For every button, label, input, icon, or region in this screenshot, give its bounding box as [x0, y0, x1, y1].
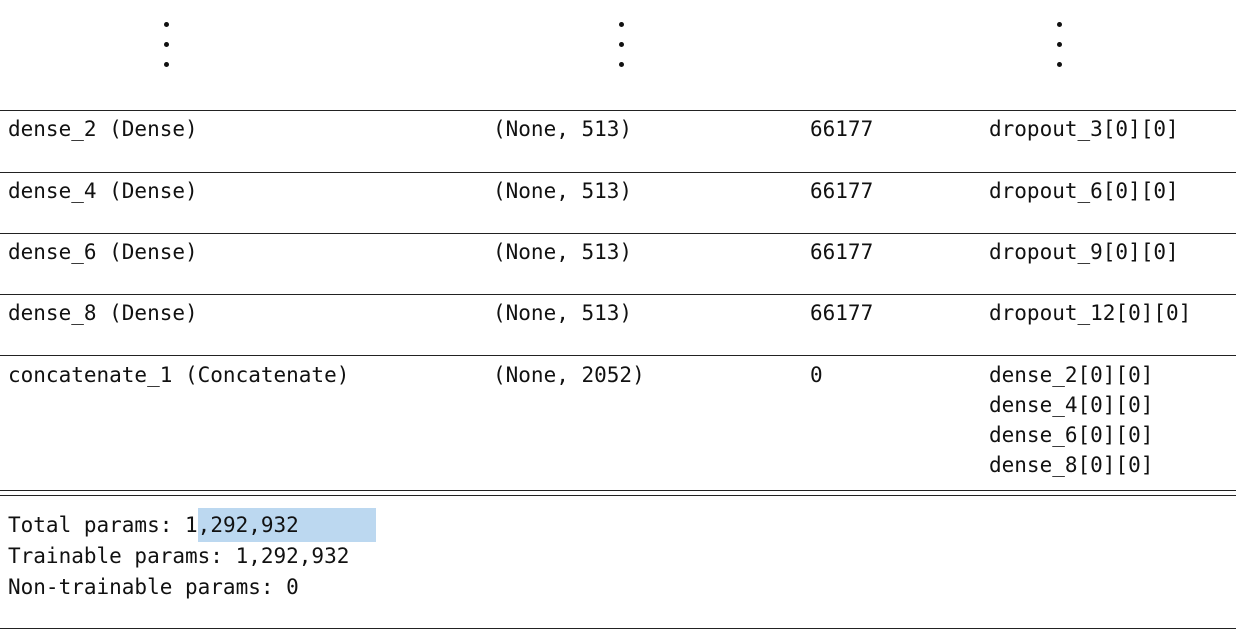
row-divider	[0, 233, 1236, 234]
bottom-divider	[0, 628, 1236, 629]
ellipsis-icon	[161, 20, 173, 80]
total-params-label: Total params:	[8, 513, 173, 537]
total-params-value[interactable]: 1,292,932	[185, 513, 299, 537]
connected-to: dropout_3[0][0]	[989, 117, 1179, 141]
layer-name: dense_8 (Dense)	[8, 301, 198, 325]
connected-to: dense_6[0][0]	[989, 423, 1154, 447]
row-divider	[0, 355, 1236, 356]
output-shape: (None, 513)	[493, 301, 633, 325]
output-shape: (None, 513)	[493, 240, 633, 264]
output-shape: (None, 2052)	[493, 363, 645, 387]
non-trainable-params: Non-trainable params: 0	[8, 575, 299, 599]
layer-name: concatenate_1 (Concatenate)	[8, 363, 350, 387]
connected-to: dropout_6[0][0]	[989, 179, 1179, 203]
row-divider	[0, 110, 1236, 111]
layer-name: dense_4 (Dense)	[8, 179, 198, 203]
param-count: 66177	[810, 117, 874, 141]
layer-name: dense_6 (Dense)	[8, 240, 198, 264]
output-shape: (None, 513)	[493, 117, 633, 141]
ellipsis-icon	[616, 20, 628, 80]
summary-separator	[0, 490, 1236, 496]
connected-to: dense_2[0][0]	[989, 363, 1154, 387]
param-count: 66177	[810, 179, 874, 203]
row-divider	[0, 172, 1236, 173]
connected-to: dropout_12[0][0]	[989, 301, 1192, 325]
row-divider	[0, 294, 1236, 295]
total-params-line: Total params: 1,292,932	[8, 512, 299, 538]
param-count: 0	[810, 363, 823, 387]
param-count: 66177	[810, 301, 874, 325]
ellipsis-icon	[1054, 20, 1066, 80]
connected-to: dense_4[0][0]	[989, 393, 1154, 417]
param-count: 66177	[810, 240, 874, 264]
connected-to: dense_8[0][0]	[989, 453, 1154, 477]
trainable-params: Trainable params: 1,292,932	[8, 544, 350, 568]
connected-to: dropout_9[0][0]	[989, 240, 1179, 264]
layer-name: dense_2 (Dense)	[8, 117, 198, 141]
output-shape: (None, 513)	[493, 179, 633, 203]
